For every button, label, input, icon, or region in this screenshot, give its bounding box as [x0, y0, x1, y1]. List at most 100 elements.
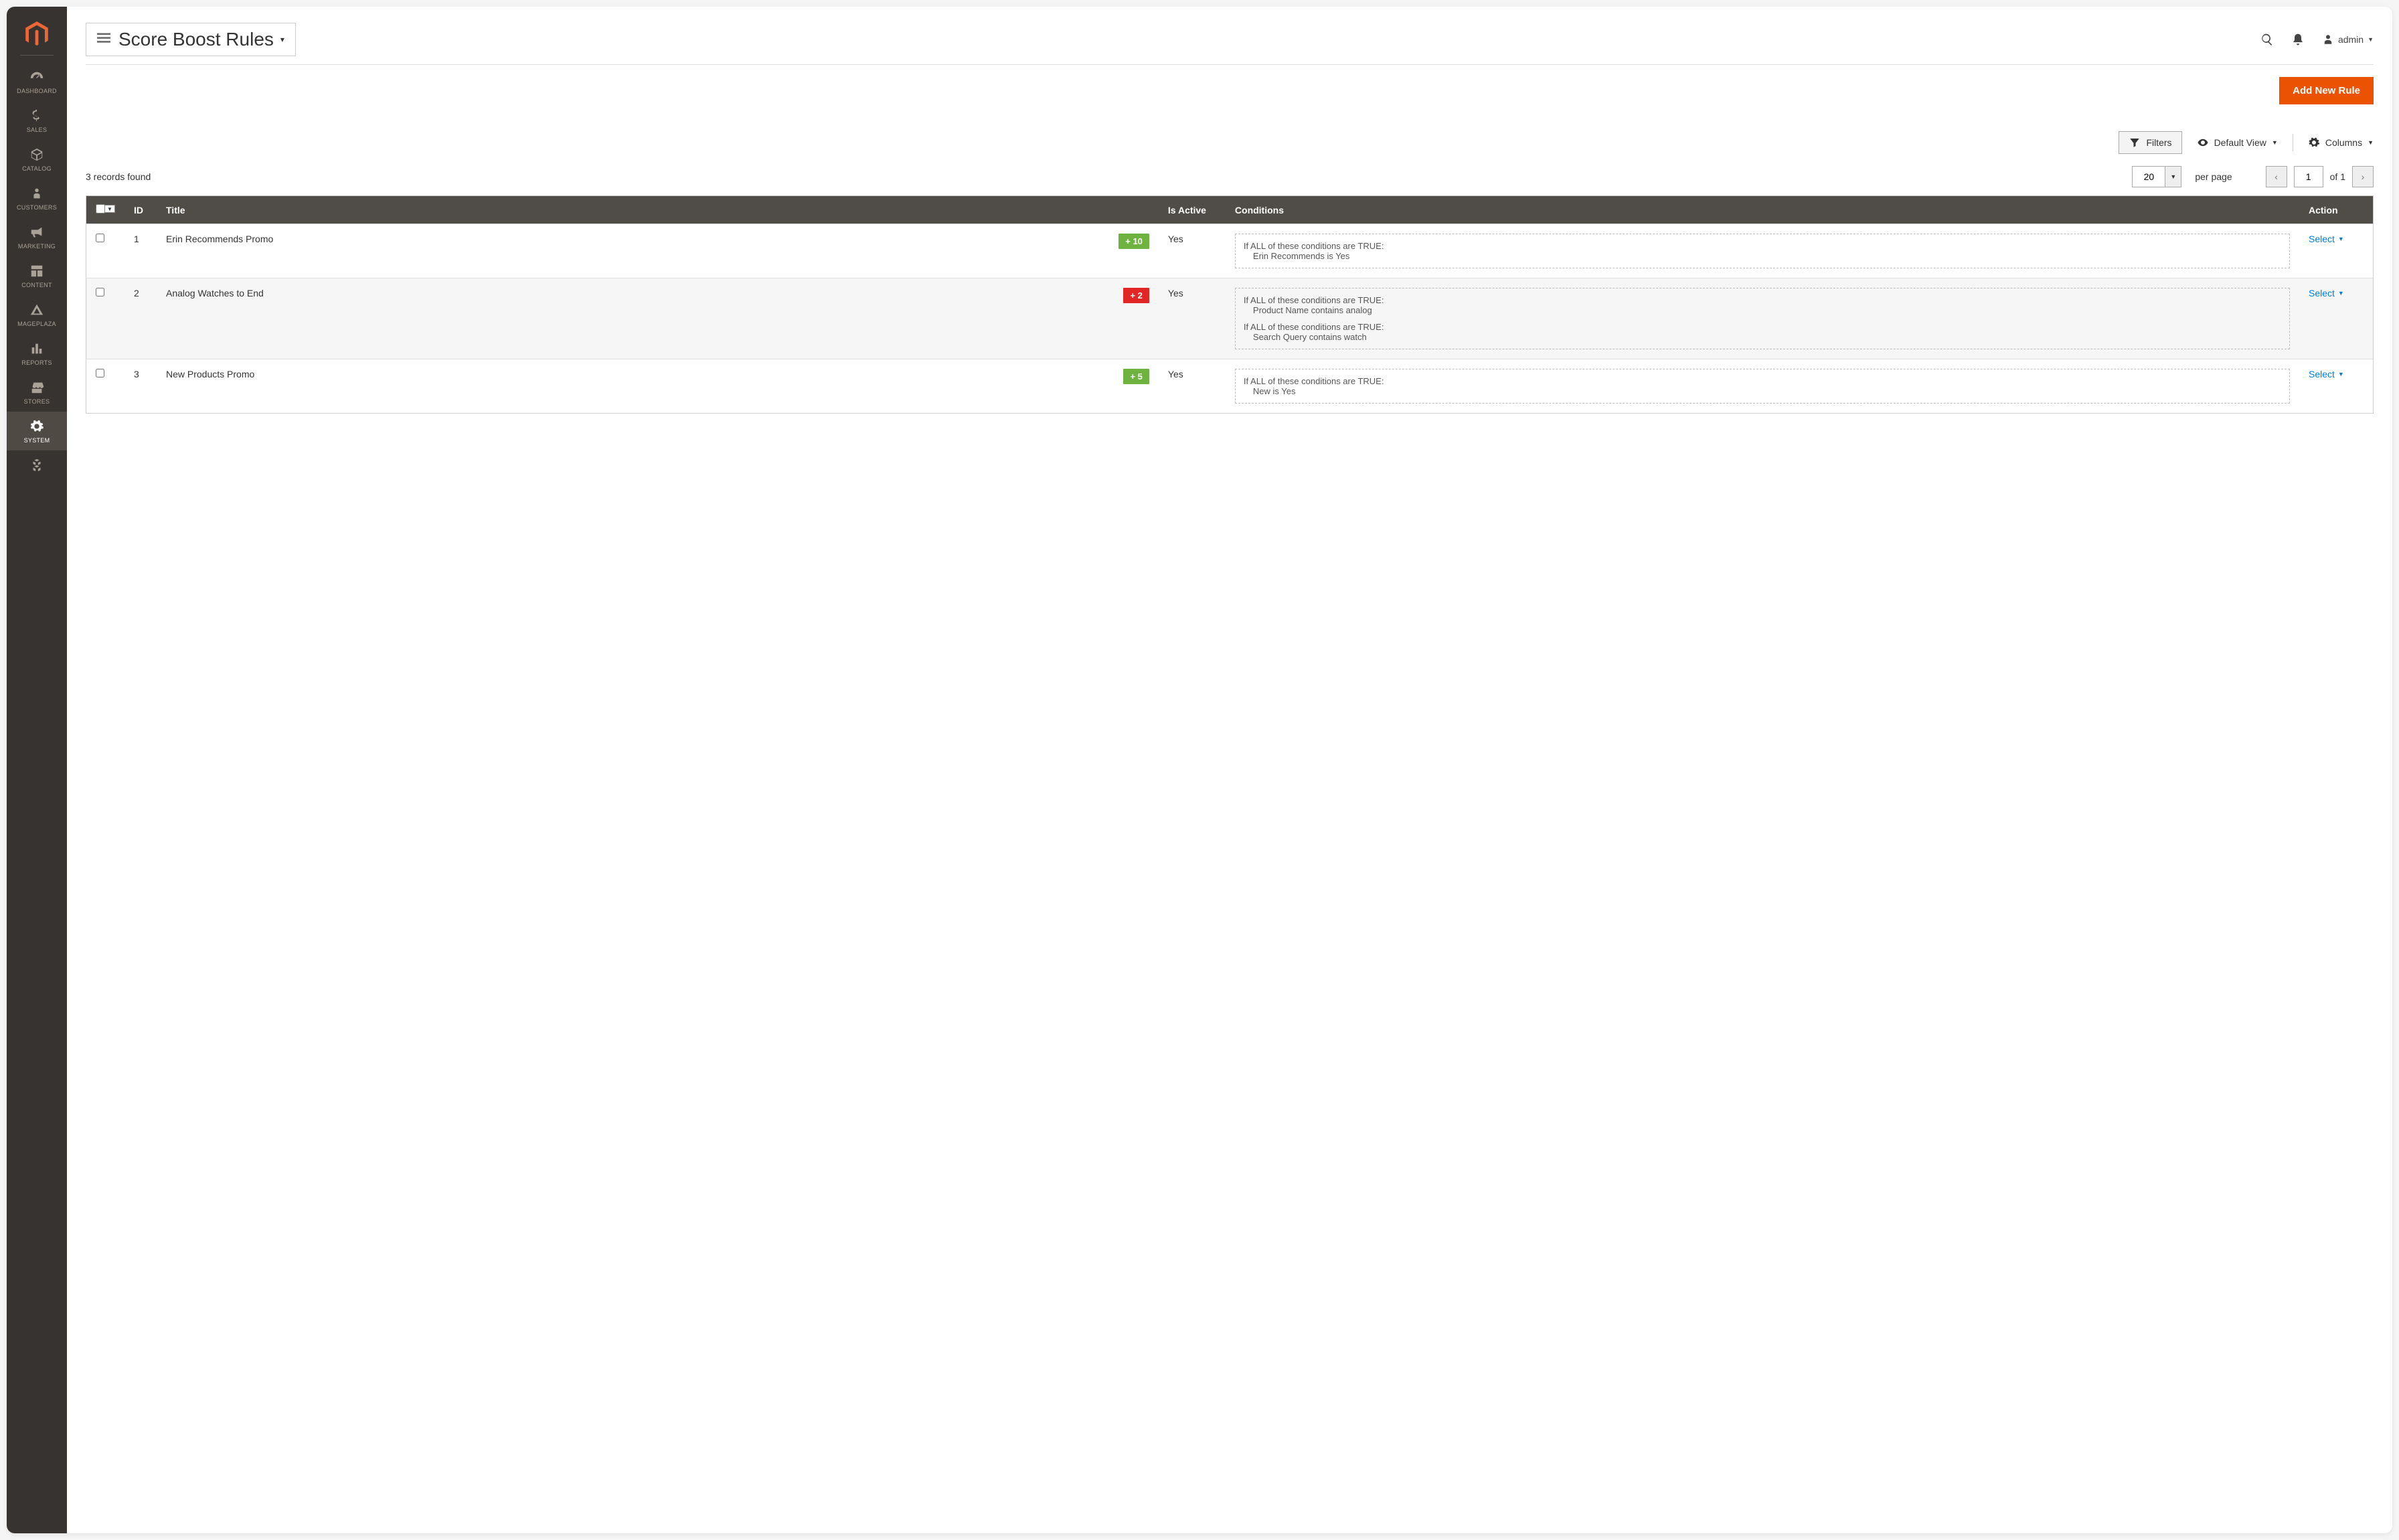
- magento-logo-icon: [23, 20, 50, 47]
- sidebar-item-customers[interactable]: CUSTOMERS: [7, 179, 67, 218]
- row-is-active: Yes: [1159, 278, 1226, 359]
- megaphone-icon: [29, 224, 45, 240]
- chevron-down-icon: ▼: [2272, 139, 2278, 146]
- table-row[interactable]: 3New Products Promo+ 5YesIf ALL of these…: [86, 359, 2373, 414]
- prev-page-button[interactable]: ‹: [2266, 166, 2287, 187]
- sidebar-item-catalog[interactable]: CATALOG: [7, 140, 67, 179]
- per-page-dropdown[interactable]: ▼: [2165, 166, 2181, 187]
- col-header-title[interactable]: Title: [157, 196, 1159, 224]
- gear-icon: [2308, 137, 2320, 149]
- sidebar-item-mageplaza[interactable]: MAGEPLAZA: [7, 295, 67, 334]
- row-checkbox[interactable]: [96, 369, 104, 377]
- nav-label: CATALOG: [22, 165, 52, 172]
- chevron-down-icon: ▼: [2338, 371, 2344, 377]
- row-checkbox[interactable]: [96, 234, 104, 242]
- sidebar-item-system[interactable]: SYSTEM: [7, 412, 67, 450]
- score-badge: + 5: [1123, 369, 1149, 384]
- per-page-input[interactable]: [2132, 166, 2165, 187]
- search-button[interactable]: [2260, 33, 2274, 46]
- funnel-icon: [2129, 137, 2141, 149]
- sidebar-item-marketing[interactable]: MARKETING: [7, 218, 67, 256]
- notifications-button[interactable]: [2291, 33, 2305, 46]
- nav-label: CONTENT: [21, 282, 52, 288]
- chevron-down-icon: ▼: [2368, 139, 2374, 146]
- select-action-dropdown[interactable]: Select ▼: [2309, 234, 2344, 244]
- eye-icon: [2197, 137, 2209, 149]
- records-found: 3 records found: [86, 171, 151, 182]
- rules-grid: ▼ ID Title Is Active Conditions Action 1…: [86, 195, 2374, 414]
- conditions-box: If ALL of these conditions are TRUE:Erin…: [1235, 234, 2290, 268]
- filters-label: Filters: [2146, 137, 2171, 148]
- col-header-id[interactable]: ID: [125, 196, 157, 224]
- module-icon: [29, 457, 45, 473]
- nav-label: SYSTEM: [24, 437, 50, 444]
- nav-label: MARKETING: [18, 243, 56, 250]
- add-new-rule-button[interactable]: Add New Rule: [2279, 77, 2374, 104]
- gauge-icon: [29, 69, 45, 85]
- sidebar-item-sales[interactable]: SALES: [7, 101, 67, 140]
- row-id: 1: [125, 224, 157, 278]
- row-title: New Products Promo: [166, 369, 254, 379]
- table-row[interactable]: 2Analog Watches to End+ 2YesIf ALL of th…: [86, 278, 2373, 359]
- default-view-label: Default View: [2214, 137, 2266, 148]
- page-title: Score Boost Rules: [118, 29, 274, 50]
- dollar-icon: [29, 108, 45, 124]
- select-action-dropdown[interactable]: Select ▼: [2309, 288, 2344, 298]
- nav-label: DASHBOARD: [17, 88, 57, 94]
- bell-icon: [2291, 33, 2305, 46]
- score-badge: + 2: [1123, 288, 1149, 303]
- hamburger-icon: [97, 33, 110, 47]
- nav-label: CUSTOMERS: [17, 204, 57, 211]
- select-all-checkbox[interactable]: [96, 204, 105, 213]
- page-number-input[interactable]: [2294, 166, 2323, 187]
- chevron-down-icon: ▼: [2338, 290, 2344, 296]
- next-page-button[interactable]: ›: [2352, 166, 2374, 187]
- gear-icon: [29, 418, 45, 434]
- filters-button[interactable]: Filters: [2119, 131, 2181, 154]
- conditions-box: If ALL of these conditions are TRUE:New …: [1235, 369, 2290, 404]
- per-page-label: per page: [2195, 171, 2232, 182]
- sidebar-item-content[interactable]: CONTENT: [7, 256, 67, 295]
- select-all-dropdown[interactable]: ▼: [104, 205, 115, 213]
- sidebar-item-stores[interactable]: STORES: [7, 373, 67, 412]
- row-is-active: Yes: [1159, 359, 1226, 414]
- row-title: Erin Recommends Promo: [166, 234, 273, 244]
- sidebar-item-dashboard[interactable]: DASHBOARD: [7, 62, 67, 101]
- user-menu[interactable]: admin ▼: [2322, 33, 2374, 46]
- col-header-conditions[interactable]: Conditions: [1226, 196, 2299, 224]
- default-view-dropdown[interactable]: Default View ▼: [2197, 137, 2278, 149]
- box-icon: [29, 147, 45, 163]
- user-icon: [2322, 33, 2334, 46]
- col-header-is-active[interactable]: Is Active: [1159, 196, 1226, 224]
- nav-label: REPORTS: [21, 359, 52, 366]
- row-is-active: Yes: [1159, 224, 1226, 278]
- chevron-down-icon: ▾: [280, 35, 284, 44]
- storefront-icon: [29, 379, 45, 396]
- sidebar-item-partners[interactable]: [7, 450, 67, 483]
- select-action-dropdown[interactable]: Select ▼: [2309, 369, 2344, 379]
- person-icon: [29, 185, 45, 201]
- nav-label: SALES: [27, 126, 48, 133]
- admin-sidebar: DASHBOARD SALES CATALOG CUSTOMERS MARKET…: [7, 7, 67, 1533]
- columns-dropdown[interactable]: Columns ▼: [2308, 137, 2374, 149]
- nav-label: STORES: [24, 398, 50, 405]
- col-header-action[interactable]: Action: [2299, 196, 2373, 224]
- sidebar-divider: [20, 55, 54, 56]
- nav-label: MAGEPLAZA: [17, 321, 56, 327]
- tent-icon: [29, 302, 45, 318]
- main-content: Score Boost Rules ▾ admin ▼ Add New Rule…: [67, 7, 2392, 1533]
- columns-label: Columns: [2325, 137, 2362, 148]
- row-title: Analog Watches to End: [166, 288, 264, 298]
- table-row[interactable]: 1 Erin Recommends Promo + 10 Yes If ALL of t…: [86, 224, 2373, 278]
- row-checkbox[interactable]: [96, 288, 104, 296]
- chevron-down-icon: ▼: [2338, 236, 2344, 242]
- row-id: 2: [125, 278, 157, 359]
- search-icon: [2260, 33, 2274, 46]
- page-title-dropdown[interactable]: Score Boost Rules ▾: [86, 23, 296, 56]
- score-badge: + 10: [1119, 234, 1149, 249]
- page-total: of 1: [2330, 171, 2345, 182]
- bar-chart-icon: [29, 341, 45, 357]
- chevron-down-icon: ▼: [2368, 36, 2374, 43]
- sidebar-item-reports[interactable]: REPORTS: [7, 334, 67, 373]
- user-name: admin: [2338, 34, 2364, 45]
